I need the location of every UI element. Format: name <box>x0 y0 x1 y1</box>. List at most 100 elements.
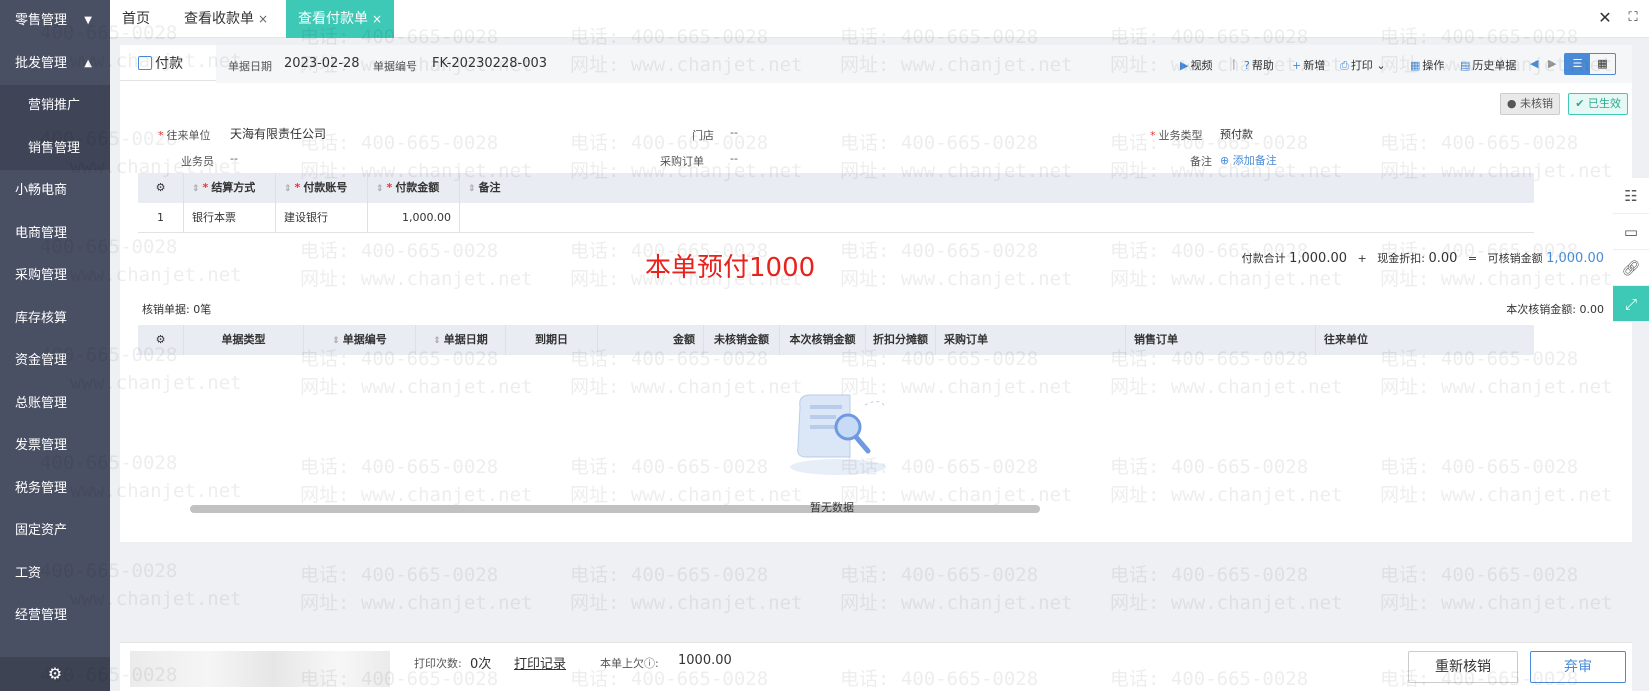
print-count-value: 0次 <box>470 657 492 672</box>
col-header-discount[interactable]: 折扣分摊额 <box>866 325 936 355</box>
sidebar-item-ledger[interactable]: 总账管理 <box>0 383 110 426</box>
form-icon[interactable]: ☷ <box>1613 178 1649 214</box>
video-button[interactable]: ▶ 视频 <box>1180 57 1212 73</box>
fullscreen-icon[interactable]: ⛶ <box>1619 0 1647 38</box>
store-label: 门店 <box>692 129 714 142</box>
sidebar-item-inventory[interactable]: 库存核算 <box>0 298 110 341</box>
blurred-area <box>130 651 390 687</box>
col-header-so[interactable]: 销售订单 <box>1126 325 1316 355</box>
document-panel: 付款 单据日期 2023-02-28 单据编号 FK-20230228-003 … <box>120 45 1632 542</box>
abandon-review-button[interactable]: 弃审 <box>1530 651 1626 683</box>
sidebar-item-wholesale[interactable]: 批发管理 ▲ <box>0 43 110 86</box>
close-icon[interactable]: × <box>372 12 382 26</box>
sidebar-item-salary[interactable]: 工资 <box>0 553 110 596</box>
bar-chart-icon <box>138 56 152 70</box>
verification-table: ⚙ 单据类型 ⇕ 单据编号 ⇕ 单据日期 到期日 金额 未核销金额 本次核销金额 折… <box>138 325 1534 355</box>
biz-type-value[interactable]: 预付款 <box>1220 126 1253 142</box>
view-toggle: ☰ ▦ <box>1564 53 1616 75</box>
store-value[interactable]: -- <box>730 126 738 139</box>
empty-text: 暂无数据 <box>810 501 854 514</box>
attachment-icon[interactable]: 🔗︎ <box>1613 250 1649 286</box>
doc-no-label: 单据编号 <box>373 60 417 73</box>
col-header-doc-no[interactable]: ⇕ 单据编号 <box>304 325 416 355</box>
sidebar-item-funds[interactable]: 资金管理 <box>0 340 110 383</box>
footer-bar: 打印次数: 0次 打印记录 本单上欠ⓘ: 1000.00 重新核销 弃审 <box>120 642 1632 691</box>
doc-tab-payment[interactable]: 付款 <box>120 45 216 83</box>
reverify-button[interactable]: 重新核销 <box>1408 651 1518 683</box>
next-icon[interactable]: ▶ <box>1548 57 1556 70</box>
gear-icon[interactable]: ⚙ <box>0 657 110 691</box>
print-record-link[interactable]: 打印记录 <box>514 653 566 672</box>
sidebar-item-retail[interactable]: 零售管理 ▼ <box>0 0 110 43</box>
help-button[interactable]: ? 帮助 <box>1244 57 1274 73</box>
prev-icon[interactable]: ◀ <box>1530 57 1538 70</box>
table-header: ⚙ 单据类型 ⇕ 单据编号 ⇕ 单据日期 到期日 金额 未核销金额 本次核销金额 折… <box>138 325 1534 355</box>
settlement-table: ⚙ ⇕ * 结算方式 ⇕ * 付款账号 ⇕ * 付款金额 ⇕ 备注 1 银行本票 建设银行 1… <box>138 173 1534 233</box>
last-owed-label: 本单上欠ⓘ: <box>600 657 659 670</box>
po-value[interactable]: -- <box>730 152 738 165</box>
plus-icon: + <box>1292 59 1302 72</box>
history-button[interactable]: ▤ 历史单据 <box>1460 57 1516 73</box>
horizontal-scrollbar[interactable] <box>190 505 1040 513</box>
sidebar-item-sales[interactable]: 销售管理 <box>0 127 110 170</box>
salesman-value[interactable]: -- <box>230 152 238 165</box>
sidebar-item-operation[interactable]: 经营管理 <box>0 595 110 638</box>
status-badge-effective: ✔ 已生效 <box>1568 93 1628 115</box>
play-icon: ▶ <box>1180 59 1189 72</box>
col-header-account[interactable]: ⇕ * 付款账号 <box>276 173 368 203</box>
document-icon: ▤ <box>1460 59 1471 72</box>
sidebar-item-xiaochang[interactable]: 小畅电商 <box>0 170 110 213</box>
verify-amount: 本次核销金额: 0.00 <box>1506 303 1604 316</box>
prepay-annotation: 本单预付1000 <box>645 253 816 283</box>
print-count-label: 打印次数: <box>414 657 462 670</box>
add-remark-link[interactable]: ⊕ 添加备注 <box>1220 152 1277 168</box>
col-header-method[interactable]: ⇕ * 结算方式 <box>184 173 276 203</box>
col-header-unverified[interactable]: 未核销金额 <box>704 325 780 355</box>
list-view-icon[interactable]: ☰ <box>1565 54 1590 74</box>
salesman-label: 业务员 <box>181 155 214 168</box>
col-header-amount[interactable]: 金额 <box>598 325 704 355</box>
verify-count: 核销单据: 0笔 <box>142 303 212 316</box>
sidebar-item-invoice[interactable]: 发票管理 <box>0 425 110 468</box>
inbox-icon[interactable]: ▭ <box>1613 214 1649 250</box>
add-button[interactable]: + 新增 <box>1292 57 1325 73</box>
column-settings-icon[interactable]: ⚙ <box>138 173 184 203</box>
empty-data-icon <box>790 394 886 475</box>
status-badge-unverified: ● 未核销 <box>1499 93 1560 115</box>
expand-icon[interactable]: ⤢ <box>1613 286 1649 322</box>
sidebar-item-marketing[interactable]: 营销推广 <box>0 85 110 128</box>
col-header-due-date[interactable]: 到期日 <box>506 325 598 355</box>
chevron-down-icon[interactable]: ⌄ <box>1376 59 1385 72</box>
col-header-partner[interactable]: 往来单位 <box>1316 325 1534 355</box>
tab-view-receipt[interactable]: 查看收款单 × <box>172 0 280 38</box>
print-button[interactable]: ⎙ 打印 ⌄ <box>1340 57 1386 73</box>
col-header-note[interactable]: ⇕ 备注 <box>460 173 1534 203</box>
col-header-this-verify[interactable]: 本次核销金额 <box>780 325 866 355</box>
partner-value[interactable]: 天海有限责任公司 <box>230 125 326 142</box>
col-header-amount[interactable]: ⇕ * 付款金额 <box>368 173 460 203</box>
sidebar-item-tax[interactable]: 税务管理 <box>0 468 110 511</box>
po-label: 采购订单 <box>660 155 704 168</box>
tab-home[interactable]: 首页 <box>110 0 162 38</box>
remark-label: 备注 <box>1190 155 1212 168</box>
card-view-icon[interactable]: ▦ <box>1590 54 1615 74</box>
close-icon[interactable]: × <box>258 12 268 26</box>
table-row[interactable]: 1 银行本票 建设银行 1,000.00 <box>138 203 1534 233</box>
tab-view-payment[interactable]: 查看付款单 × <box>286 0 395 38</box>
table-header: ⚙ ⇕ * 结算方式 ⇕ * 付款账号 ⇕ * 付款金额 ⇕ 备注 <box>138 173 1534 203</box>
col-header-doc-type[interactable]: 单据类型 <box>184 325 304 355</box>
date-value: 2023-02-28 <box>284 56 360 71</box>
operate-button[interactable]: ▦ 操作 <box>1410 57 1444 73</box>
payment-summary: 付款合计 1,000.00 + 现金折扣: 0.00 = 可核销金额 1,000… <box>1241 251 1604 266</box>
caret-up-icon: ▲ <box>84 57 92 69</box>
sidebar-item-ecommerce[interactable]: 电商管理 <box>0 213 110 256</box>
sidebar-item-assets[interactable]: 固定资产 <box>0 510 110 553</box>
date-label: 单据日期 <box>228 60 272 73</box>
caret-down-icon: ▼ <box>84 15 92 26</box>
column-settings-icon[interactable]: ⚙ <box>138 325 184 355</box>
col-header-doc-date[interactable]: ⇕ 单据日期 <box>416 325 506 355</box>
last-owed-value: 1000.00 <box>678 653 732 668</box>
close-window-icon[interactable]: ✕ <box>1591 0 1619 38</box>
col-header-po[interactable]: 采购订单 <box>936 325 1126 355</box>
sidebar-item-purchase[interactable]: 采购管理 <box>0 255 110 298</box>
